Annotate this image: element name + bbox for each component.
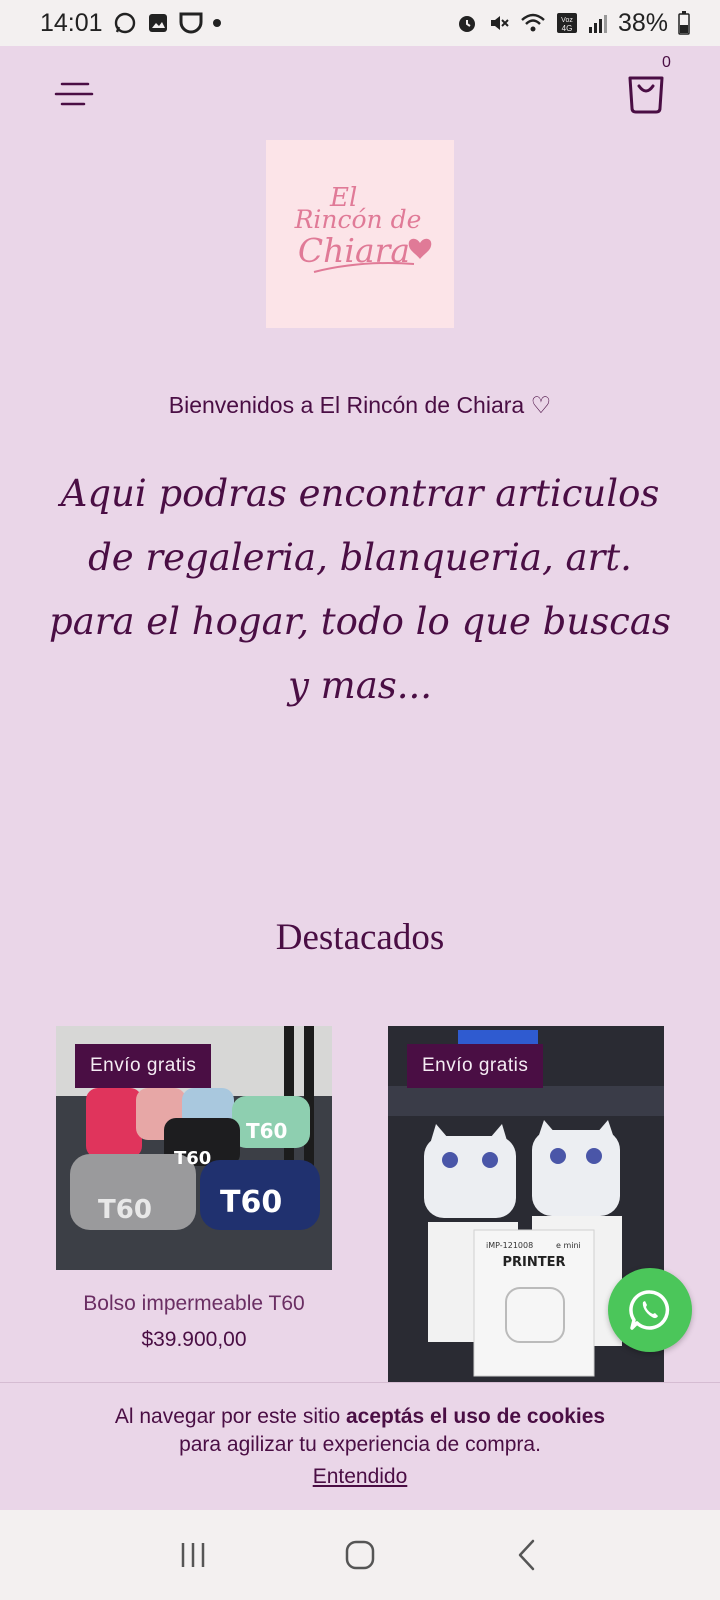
heart-icon	[408, 238, 432, 259]
free-shipping-badge: Envío gratis	[407, 1044, 544, 1088]
printer-model-text: iMP-121008	[486, 1241, 533, 1250]
product-image-bags[interactable]: T60 T60 T60 T60 Envío gratis	[56, 1026, 332, 1270]
cart-button[interactable]	[624, 70, 668, 116]
free-shipping-badge: Envío gratis	[75, 1044, 212, 1088]
featured-section-title: Destacados	[275, 917, 445, 958]
cookie-banner: Al navegar por este sitio aceptás el uso…	[0, 1382, 720, 1510]
svg-text:4G: 4G	[562, 24, 573, 33]
menu-button[interactable]	[54, 74, 94, 114]
store-tagline: Aqui podras encontrar articulos de regal…	[49, 472, 671, 707]
whatsapp-chat-button[interactable]	[608, 1268, 692, 1352]
more-notifications-dot-icon	[212, 19, 221, 27]
back-chevron-icon	[518, 1539, 534, 1571]
recent-apps-button[interactable]	[163, 1525, 223, 1585]
logo-line-2: Rincón de	[294, 205, 422, 234]
cookie-text-line-2: para agilizar tu experiencia de compra.	[179, 1433, 541, 1456]
product-price: $39.900,00	[141, 1328, 247, 1351]
store-logo[interactable]: El Rincón de Chiara	[266, 140, 454, 328]
printer-box-text: PRINTER	[502, 1255, 565, 1270]
svg-text:Voz: Voz	[561, 17, 573, 24]
cookie-text: Al navegar por este sitio aceptás el uso…	[0, 1405, 720, 1429]
status-bar: 14:01 Voz 4G 38%	[0, 0, 720, 46]
shopping-bag-icon	[628, 76, 664, 114]
battery-percent: 38%	[617, 8, 668, 37]
battery-icon	[678, 11, 690, 35]
mute-icon	[488, 12, 510, 34]
product-card[interactable]: T60 T60 T60 T60 Envío gratis Bolso imper…	[56, 1026, 332, 1352]
system-navigation-bar	[0, 1510, 720, 1600]
shield-notification-icon	[179, 12, 203, 34]
wifi-icon	[520, 12, 546, 34]
whatsapp-notification-icon	[113, 11, 137, 35]
alarm-icon	[456, 12, 478, 34]
volte-icon: Voz 4G	[556, 12, 578, 34]
status-time: 14:01	[40, 8, 103, 37]
cart-count-badge: 0	[662, 54, 671, 71]
home-icon	[345, 1540, 375, 1570]
cookie-accept-link[interactable]: Entendido	[313, 1465, 408, 1489]
bag-label-1: T60	[246, 1119, 287, 1143]
hamburger-menu-icon	[54, 82, 94, 106]
cookie-text-start: Al navegar por este sitio	[114, 1405, 346, 1428]
bag-label-3: T60	[98, 1195, 152, 1225]
printer-sub-text: e mini	[556, 1241, 581, 1250]
home-button[interactable]	[330, 1525, 390, 1585]
welcome-text: Bienvenidos a El Rincón de Chiara ♡	[168, 392, 552, 418]
bag-label-2: T60	[174, 1148, 211, 1169]
recent-apps-icon	[182, 1543, 205, 1567]
back-button[interactable]	[497, 1525, 557, 1585]
gallery-notification-icon	[147, 12, 169, 34]
signal-icon	[588, 12, 608, 34]
product-name[interactable]: Bolso impermeable T60	[56, 1292, 332, 1316]
whatsapp-icon	[629, 1290, 670, 1330]
cookie-text-bold: aceptás el uso de cookies	[346, 1405, 606, 1428]
bag-label-4: T60	[220, 1185, 282, 1220]
